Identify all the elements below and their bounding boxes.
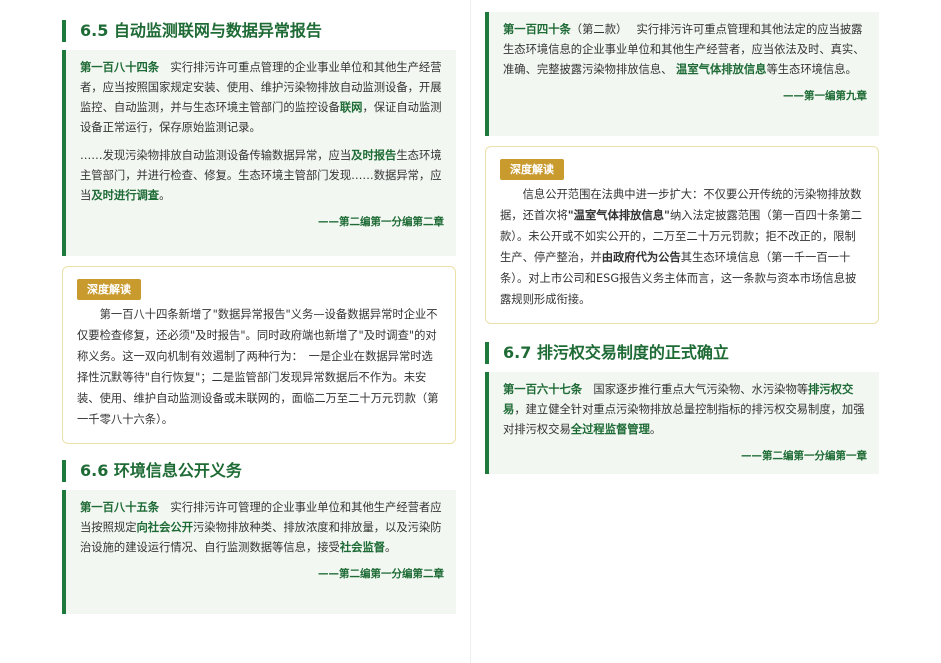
analysis-badge: 深度解读 (77, 279, 141, 300)
analysis-badge: 深度解读 (500, 159, 564, 180)
analysis-text: 第一百八十四条新增了"数据异常报告"义务—设备数据异常时企业不仅要检查修复，还必… (77, 308, 439, 426)
analysis-text: 信息公开范围在法典中进一步扩大：不仅要公开传统的污染物排放数据，还首次将"温室气… (500, 188, 863, 306)
section-title-6-5: 6.5 自动监测联网与数据异常报告 (62, 20, 474, 42)
article-source: ——第二编第一分编第一章 (741, 450, 867, 462)
article-number: 第一百八十四条 (80, 61, 160, 74)
article-185-para: 第一百八十五条 实行排污许可管理的企业事业单位和其他生产经营者应当按照规定向社会… (80, 501, 442, 554)
article-number: 第一百四十条 (503, 23, 571, 36)
article-140-para: 第一百四十条（第二款） 实行排污许可重点管理和其他法定的应当披露生态环境信息的企… (503, 23, 865, 76)
article-184: 第一百八十四条 实行排污许可重点管理的企业事业单位和其他生产经营者，应当按照国家… (62, 50, 456, 256)
article-source: ——第二编第一分编第二章 (318, 568, 444, 580)
article-number: 第一百六十七条 (503, 383, 583, 396)
article-number: 第一百八十五条 (80, 501, 160, 514)
column-divider (470, 0, 471, 663)
section-title-6-7: 6.7 排污权交易制度的正式确立 (485, 342, 897, 364)
article-167-para: 第一百六十七条 国家逐步推行重点大气污染物、水污染物等排污权交易，建立健全针对重… (503, 383, 865, 436)
article-184-para-2: ……发现污染物排放自动监测设备传输数据异常，应当及时报告生态环境主管部门，并进行… (80, 149, 442, 202)
section-title-6-6: 6.6 环境信息公开义务 (62, 460, 474, 482)
analysis-box-6-6: 深度解读 信息公开范围在法典中进一步扩大：不仅要公开传统的污染物排放数据，还首次… (485, 146, 879, 324)
article-source: ——第二编第一分编第二章 (318, 216, 444, 228)
article-185: 第一百八十五条 实行排污许可管理的企业事业单位和其他生产经营者应当按照规定向社会… (62, 490, 456, 614)
article-167: 第一百六十七条 国家逐步推行重点大气污染物、水污染物等排污权交易，建立健全针对重… (485, 372, 879, 474)
article-source: ——第一编第九章 (783, 90, 867, 102)
article-184-para-1: 第一百八十四条 实行排污许可重点管理的企业事业单位和其他生产经营者，应当按照国家… (80, 61, 442, 134)
analysis-box-6-5: 深度解读 第一百八十四条新增了"数据异常报告"义务—设备数据异常时企业不仅要检查… (62, 266, 456, 444)
article-140: 第一百四十条（第二款） 实行排污许可重点管理和其他法定的应当披露生态环境信息的企… (485, 12, 879, 136)
